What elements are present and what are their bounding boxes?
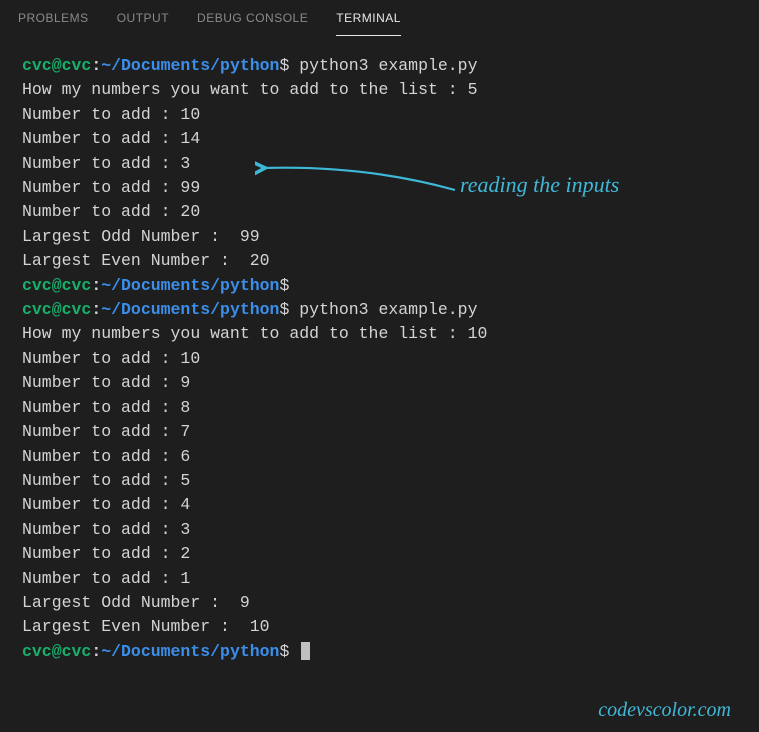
output-line: Number to add : 10 (22, 347, 737, 371)
prompt-colon: : (91, 56, 101, 75)
prompt-colon: : (91, 642, 101, 661)
output-line: Number to add : 3 (22, 518, 737, 542)
output-line: Number to add : 10 (22, 103, 737, 127)
prompt-line: cvc@cvc:~/Documents/python$ (22, 640, 737, 664)
output-line: Largest Even Number : 10 (22, 615, 737, 639)
command-text: python3 example.py (289, 300, 477, 319)
prompt-user: cvc@cvc (22, 56, 91, 75)
output-line: Number to add : 3 (22, 152, 737, 176)
prompt-line: cvc@cvc:~/Documents/python$ python3 exam… (22, 298, 737, 322)
tab-output[interactable]: OUTPUT (117, 1, 169, 35)
output-line: Number to add : 14 (22, 127, 737, 151)
tab-debug-console[interactable]: DEBUG CONSOLE (197, 1, 308, 35)
output-line: Number to add : 2 (22, 542, 737, 566)
prompt-user: cvc@cvc (22, 642, 91, 661)
prompt-dollar: $ (279, 642, 289, 661)
watermark: codevscolor.com (598, 699, 731, 722)
tab-terminal[interactable]: TERMINAL (336, 1, 401, 36)
prompt-user: cvc@cvc (22, 276, 91, 295)
prompt-dollar: $ (279, 56, 289, 75)
prompt-line: cvc@cvc:~/Documents/python$ python3 exam… (22, 54, 737, 78)
cursor-icon (301, 642, 310, 660)
prompt-colon: : (91, 300, 101, 319)
terminal-output[interactable]: cvc@cvc:~/Documents/python$ python3 exam… (0, 36, 759, 674)
output-line: Number to add : 9 (22, 371, 737, 395)
output-line: How my numbers you want to add to the li… (22, 322, 737, 346)
prompt-dollar: $ (279, 300, 289, 319)
output-line: Number to add : 8 (22, 396, 737, 420)
annotation-text: reading the inputs (460, 172, 619, 198)
command-text: python3 example.py (289, 56, 477, 75)
output-line: Number to add : 7 (22, 420, 737, 444)
prompt-path: ~/Documents/python (101, 276, 279, 295)
prompt-path: ~/Documents/python (101, 642, 279, 661)
tab-problems[interactable]: PROBLEMS (18, 1, 89, 35)
prompt-dollar: $ (279, 276, 289, 295)
prompt-colon: : (91, 276, 101, 295)
prompt-line: cvc@cvc:~/Documents/python$ (22, 274, 737, 298)
output-line: Number to add : 5 (22, 469, 737, 493)
prompt-path: ~/Documents/python (101, 56, 279, 75)
output-line: Number to add : 99 (22, 176, 737, 200)
prompt-user: cvc@cvc (22, 300, 91, 319)
prompt-path: ~/Documents/python (101, 300, 279, 319)
output-line: Number to add : 1 (22, 567, 737, 591)
output-line: Largest Odd Number : 9 (22, 591, 737, 615)
output-line: Number to add : 6 (22, 445, 737, 469)
output-line: How my numbers you want to add to the li… (22, 78, 737, 102)
output-line: Number to add : 20 (22, 200, 737, 224)
output-line: Largest Even Number : 20 (22, 249, 737, 273)
output-line: Number to add : 4 (22, 493, 737, 517)
panel-tabs: PROBLEMS OUTPUT DEBUG CONSOLE TERMINAL (0, 0, 759, 36)
output-line: Largest Odd Number : 99 (22, 225, 737, 249)
